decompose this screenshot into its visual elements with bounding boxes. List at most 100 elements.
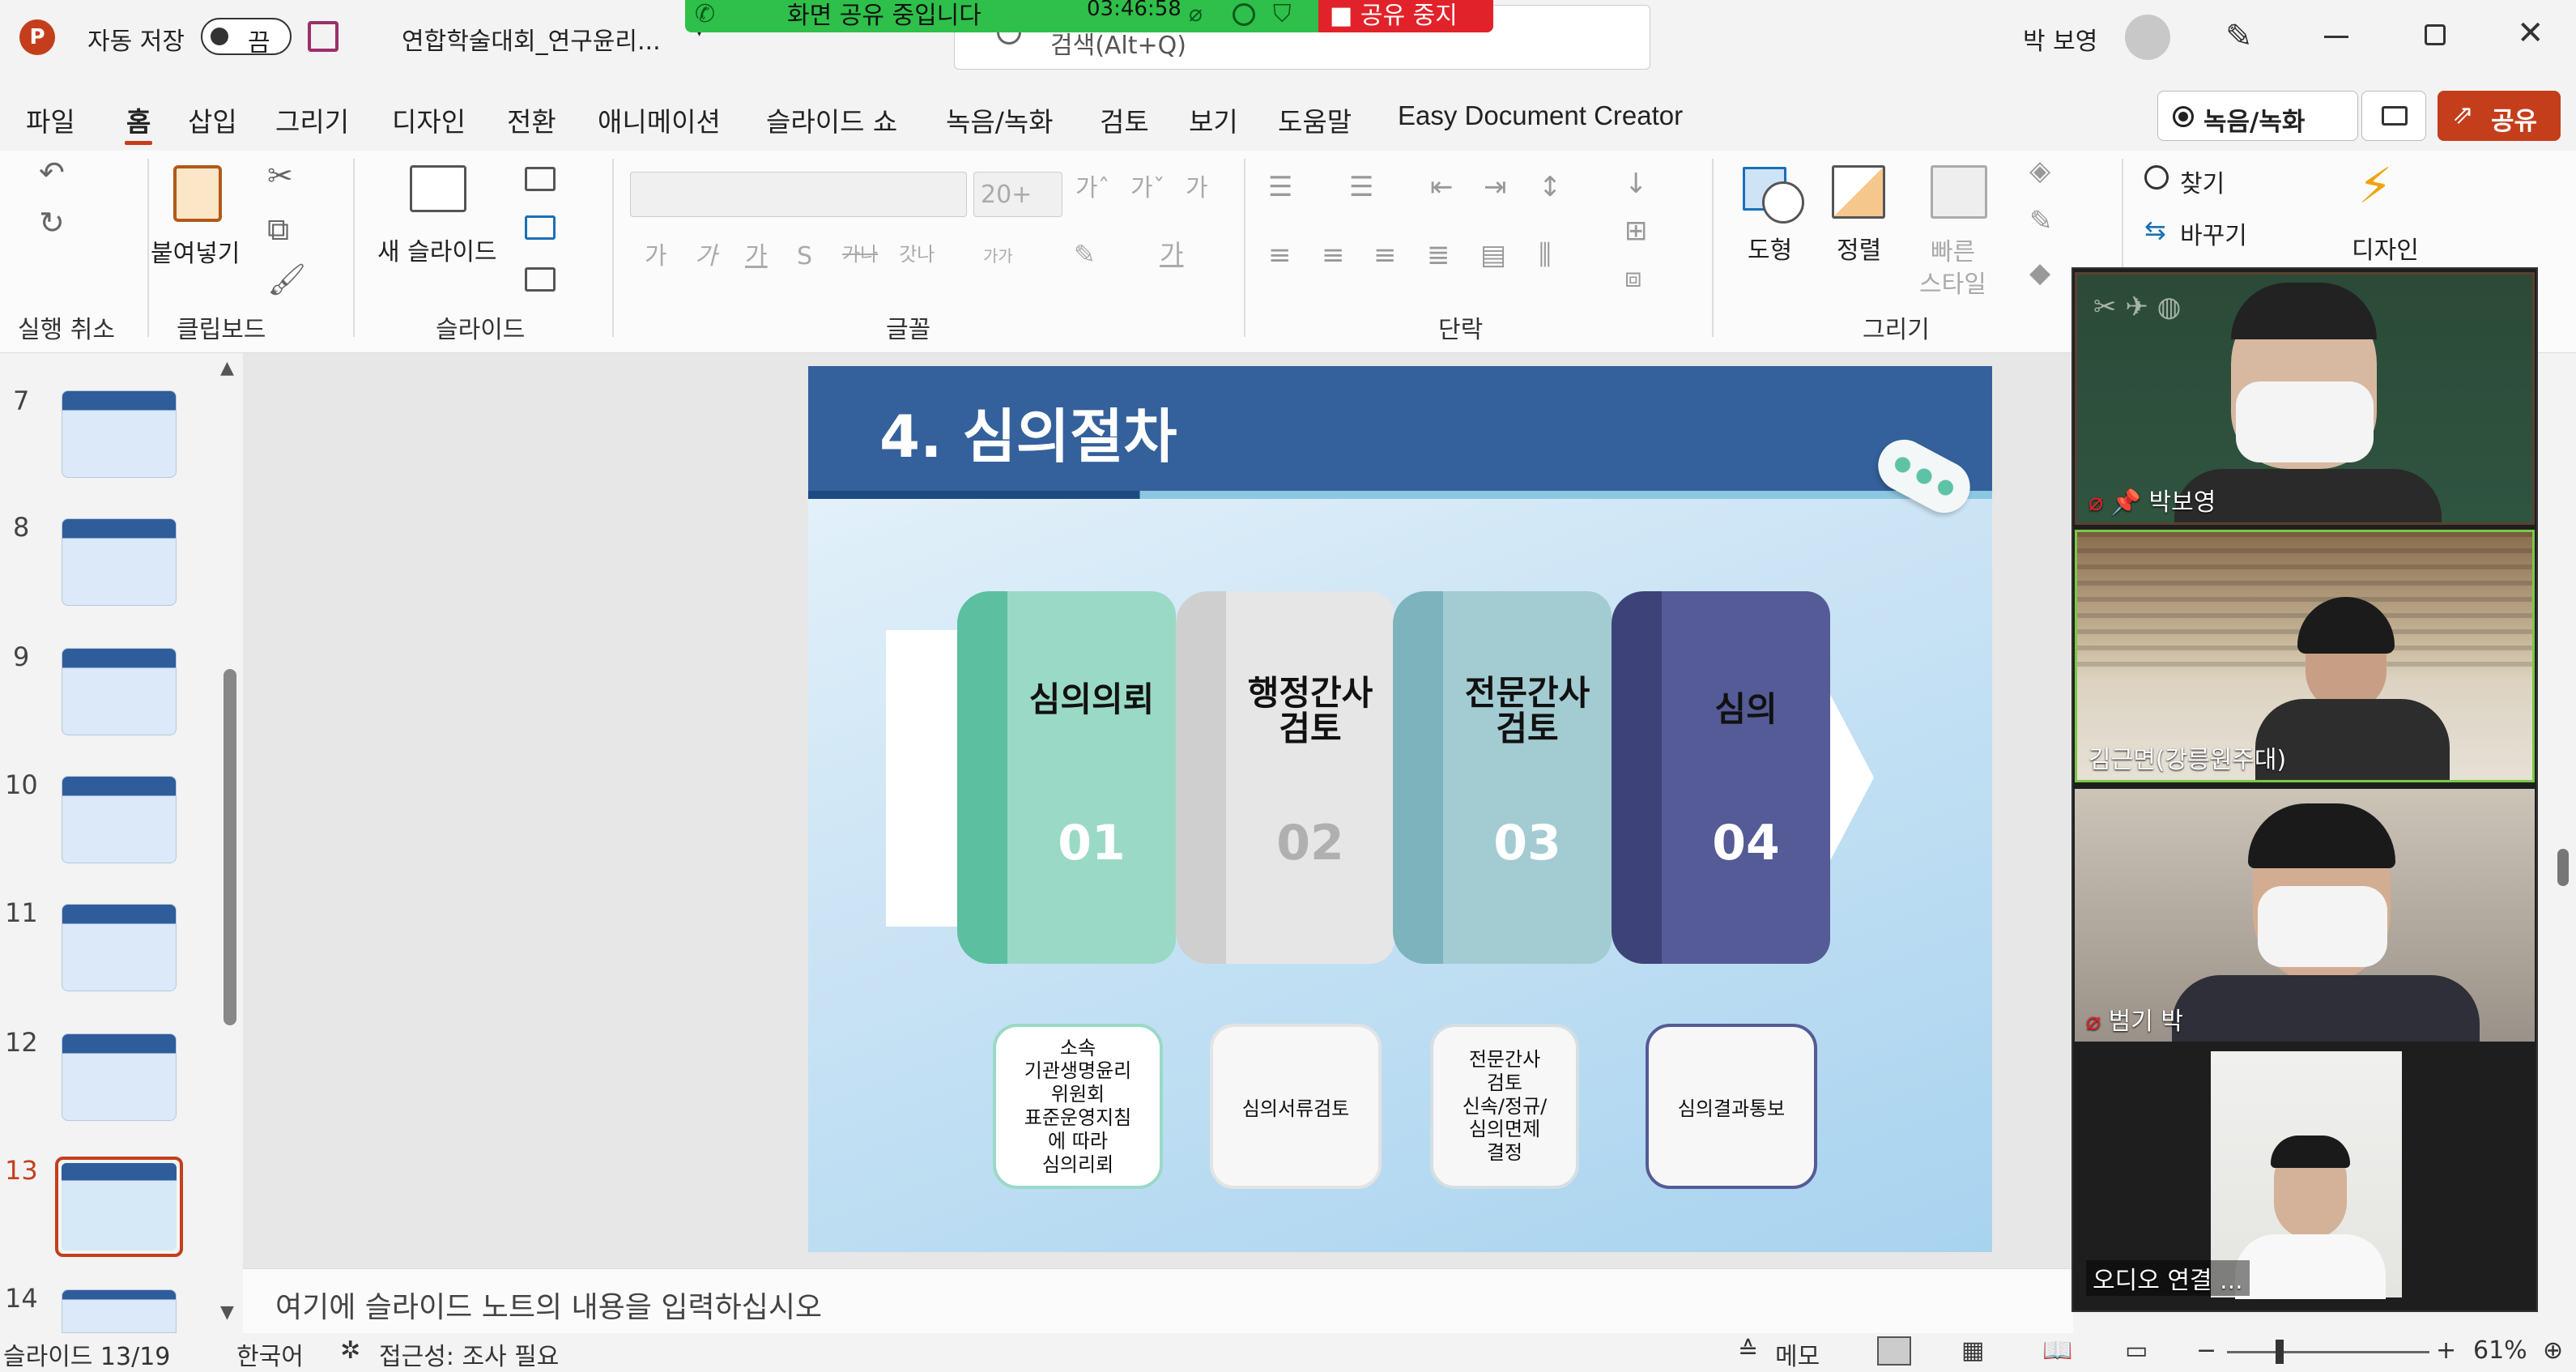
quick-styles-label-1[interactable]: 빠른 (1931, 232, 1975, 267)
scroll-down-icon[interactable]: ▼ (220, 1302, 234, 1323)
tab-home[interactable]: 홈 (126, 100, 151, 139)
zoom-out-icon[interactable]: − (2196, 1336, 2216, 1365)
tab-draw[interactable]: 그리기 (275, 100, 349, 139)
slide-thumbnail[interactable] (62, 904, 177, 991)
align-text-icon[interactable]: ⊞ (1624, 217, 1648, 245)
designer-label[interactable]: 디자인 (2352, 230, 2419, 266)
shape-effects-icon[interactable]: ◆ (2029, 259, 2050, 287)
tab-review[interactable]: 검토 (1100, 100, 1149, 139)
scroll-up-icon[interactable]: ▲ (220, 358, 234, 378)
minimize-icon[interactable] (2324, 36, 2348, 38)
clear-format-icon[interactable]: 가 (1186, 177, 1208, 201)
stop-share-button[interactable]: ■ 공유 중지 (1318, 0, 1493, 32)
avatar[interactable] (2125, 15, 2170, 60)
redo-icon[interactable]: ↻ (39, 207, 65, 238)
justify-icon[interactable]: ≣ (1427, 241, 1450, 269)
text-direction-icon[interactable]: ↓ (1624, 170, 1648, 198)
highlight-icon[interactable]: ✎ (1074, 241, 1096, 267)
tab-file[interactable]: 파일 (26, 100, 75, 139)
vertical-scrollbar[interactable] (2549, 353, 2576, 1333)
slide-thumbnail[interactable] (62, 776, 177, 863)
char-spacing-icon[interactable]: 갓나 (899, 245, 935, 264)
scroll-thumb[interactable] (2557, 849, 2569, 886)
tab-easy-document-creator[interactable]: Easy Document Creator (1398, 100, 1683, 131)
increase-font-icon[interactable]: 가ˆ (1075, 177, 1110, 201)
zoom-slider[interactable] (2227, 1340, 2429, 1364)
mic-muted-icon[interactable]: ⌀ (1189, 0, 1203, 27)
slide-thumbnail[interactable] (62, 1033, 177, 1121)
save-icon[interactable] (308, 21, 338, 52)
cut-icon[interactable]: ✂ (267, 160, 293, 191)
accessibility-status[interactable]: 접근성: 조사 필요 (379, 1336, 559, 1372)
slide-title[interactable]: 4. 심의절차 (879, 389, 1177, 474)
strikethrough-icon[interactable]: 가나 (842, 245, 878, 264)
find-icon[interactable] (2144, 165, 2169, 190)
comments-button[interactable] (2361, 91, 2426, 141)
slide-thumbnail[interactable] (62, 648, 177, 735)
share-button[interactable]: ⇗ 공유 (2438, 91, 2561, 141)
increase-indent-icon[interactable]: ⇥ (1484, 173, 1507, 201)
paste-label[interactable]: 붙여넣기 (151, 233, 240, 269)
designer-icon[interactable]: ⚡ (2358, 162, 2392, 211)
tab-design[interactable]: 디자인 (392, 100, 466, 139)
font-size-select[interactable]: 20+ (973, 172, 1062, 217)
line-spacing-icon[interactable]: ↕ (1539, 173, 1562, 201)
record-button[interactable]: 녹음/녹화 (2157, 91, 2358, 141)
bold-icon[interactable]: 가 (645, 245, 667, 269)
step-2-detail-box[interactable]: 심의서류검토 (1210, 1024, 1382, 1189)
arrange-label[interactable]: 정렬 (1837, 230, 1881, 266)
tab-help[interactable]: 도움말 (1278, 100, 1352, 139)
step-4-detail-box[interactable]: 심의결과통보 (1646, 1024, 1817, 1189)
shape-fill-icon[interactable]: ◈ (2029, 157, 2050, 185)
replace-label[interactable]: 바꾸기 (2180, 215, 2247, 251)
reading-view-icon[interactable]: 📖 (2042, 1336, 2072, 1365)
video-tile[interactable]: ⌀ 범기 박 (2075, 789, 2535, 1042)
change-case-icon[interactable]: 가가 (983, 248, 1013, 264)
decrease-font-icon[interactable]: 가ˇ (1130, 177, 1165, 201)
find-label[interactable]: 찾기 (2180, 164, 2225, 199)
video-tile[interactable]: ✂ ✈ ◍ ⌀ 📌 박보영 (2075, 272, 2535, 525)
slide-thumbnail[interactable] (62, 1289, 177, 1333)
smartart-icon[interactable]: ⧈ (1624, 264, 1642, 292)
font-family-select[interactable] (630, 172, 967, 217)
shield-icon[interactable]: ⛉ (1273, 0, 1292, 28)
zoom-level[interactable]: 61% (2473, 1336, 2527, 1365)
slideshow-icon[interactable]: ▭ (2125, 1336, 2148, 1365)
step-3-detail-box[interactable]: 전문간사 검토 신속/정규/ 심의면제 결정 (1430, 1024, 1579, 1189)
new-slide-icon[interactable] (410, 165, 466, 212)
current-slide[interactable]: 4. 심의절차 심의의뢰 01 행정간사 검토 02 전문간사 검토 03 심의… (808, 366, 1992, 1252)
arrange-icon[interactable] (1832, 165, 1885, 219)
accessibility-icon[interactable]: ✲ (340, 1336, 360, 1365)
columns-icon[interactable]: ⫼ (1539, 241, 1552, 269)
notes-toggle-icon[interactable]: ≙ (1738, 1336, 1758, 1365)
notes-pane[interactable]: 여기에 슬라이드 노트의 내용을 입력하십시오 (243, 1268, 2073, 1333)
distributed-icon[interactable]: ▤ (1480, 241, 1506, 269)
italic-icon[interactable]: 가 (695, 245, 717, 269)
shapes-label[interactable]: 도형 (1748, 230, 1792, 266)
shape-outline-icon[interactable]: ✎ (2029, 207, 2053, 235)
tab-animations[interactable]: 애니메이션 (598, 100, 721, 139)
video-tile[interactable]: 오디오 연결 ... (2075, 1048, 2535, 1301)
tab-record[interactable]: 녹음/녹화 (946, 100, 1054, 139)
close-icon[interactable]: ✕ (2517, 15, 2544, 52)
underline-icon[interactable]: 가 (745, 245, 768, 269)
step-2-card[interactable]: 행정간사 검토 02 (1226, 591, 1394, 964)
paste-icon[interactable] (173, 165, 222, 222)
language-indicator[interactable]: 한국어 (236, 1336, 304, 1372)
maximize-icon[interactable] (2425, 24, 2446, 45)
decrease-indent-icon[interactable]: ⇤ (1430, 173, 1454, 201)
video-tile-active-speaker[interactable]: 김근면(강릉원주대) (2075, 530, 2535, 782)
bullets-icon[interactable]: ☰ (1268, 173, 1292, 201)
step-1-card[interactable]: 심의의뢰 01 (1007, 591, 1176, 964)
step-4-card[interactable]: 심의 04 (1662, 591, 1830, 964)
zoom-in-icon[interactable]: + (2436, 1336, 2456, 1365)
autosave-toggle[interactable]: 끔 (201, 18, 292, 58)
step-1-detail-box[interactable]: 소속 기관생명윤리 위원회 표준운영지침 에 따라 심의리뢰 (993, 1024, 1163, 1189)
tab-insert[interactable]: 삽입 (188, 100, 237, 139)
replace-icon[interactable]: ⇆ (2144, 217, 2166, 243)
notes-toggle-label[interactable]: 메모 (1775, 1336, 1820, 1372)
align-right-icon[interactable]: ≡ (1373, 241, 1397, 269)
shadow-icon[interactable]: S (797, 245, 812, 269)
layout-icon[interactable] (525, 167, 556, 191)
slide-sorter-icon[interactable]: ▦ (1961, 1336, 1984, 1365)
